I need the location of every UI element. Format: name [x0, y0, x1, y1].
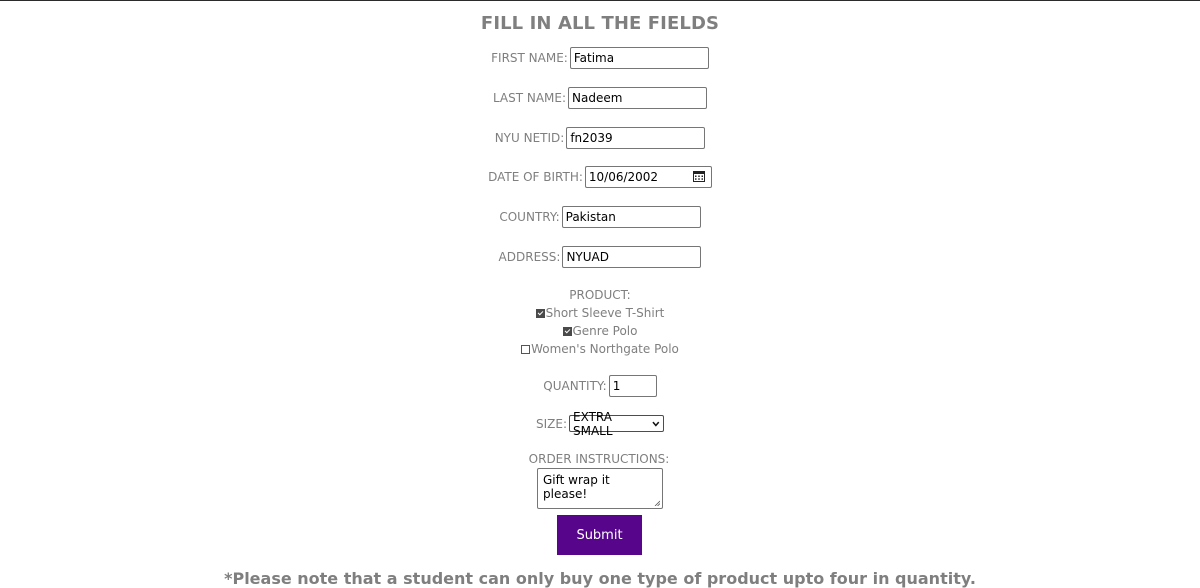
submit-button[interactable]: Submit	[557, 515, 642, 555]
country-row: COUNTRY:	[0, 206, 1200, 228]
country-label: COUNTRY:	[499, 210, 560, 224]
address-input[interactable]	[562, 246, 702, 268]
product-option-short-sleeve[interactable]: Short Sleeve T-Shirt	[0, 306, 1200, 320]
quantity-input[interactable]	[608, 375, 657, 397]
product-option-womens-northgate-polo[interactable]: Women's Northgate Polo	[0, 342, 1200, 356]
quantity-label: QUANTITY:	[543, 379, 607, 393]
womens-northgate-polo-label: Women's Northgate Polo	[531, 342, 679, 356]
last-name-label: LAST NAME:	[492, 91, 567, 105]
dob-label: DATE OF BIRTH:	[488, 170, 583, 184]
instructions-text: Gift wrap it please!	[543, 473, 610, 501]
quantity-row: QUANTITY:	[0, 375, 1200, 397]
size-select[interactable]: EXTRA SMALL	[569, 410, 664, 438]
country-input[interactable]	[561, 206, 701, 228]
address-label: ADDRESS:	[498, 250, 561, 264]
womens-northgate-polo-checkbox[interactable]	[521, 344, 531, 354]
instructions-label: ORDER INSTRUCTIONS:	[528, 452, 670, 466]
instructions-label-row: ORDER INSTRUCTIONS:	[0, 452, 1200, 466]
address-row: ADDRESS:	[0, 246, 1200, 268]
genre-polo-checkbox[interactable]	[562, 326, 572, 336]
netid-input[interactable]	[566, 127, 706, 149]
form-title: FILL IN ALL THE FIELDS	[480, 13, 720, 34]
netid-row: NYU NETID:	[0, 127, 1200, 149]
size-selected-value: EXTRA SMALL	[573, 409, 613, 438]
calendar-icon[interactable]	[692, 171, 705, 182]
chevron-down-icon	[652, 421, 660, 427]
quantity-note: *Please note that a student can only buy…	[224, 569, 976, 588]
size-row: SIZE: EXTRA SMALL	[0, 410, 1200, 438]
size-label: SIZE:	[535, 416, 567, 431]
first-name-input[interactable]	[569, 47, 709, 69]
netid-label: NYU NETID:	[494, 131, 565, 145]
last-name-input[interactable]	[568, 87, 708, 109]
last-name-row: LAST NAME:	[0, 87, 1200, 109]
first-name-row: FIRST NAME:	[0, 47, 1200, 69]
product-label: PRODUCT:	[569, 288, 631, 302]
dob-field	[584, 166, 712, 188]
first-name-label: FIRST NAME:	[491, 51, 568, 65]
product-option-genre-polo[interactable]: Genre Polo	[0, 324, 1200, 338]
resize-grip-icon[interactable]	[654, 500, 660, 506]
short-sleeve-checkbox[interactable]	[535, 308, 545, 318]
dob-row: DATE OF BIRTH:	[0, 166, 1200, 188]
genre-polo-label: Genre Polo	[572, 324, 638, 338]
instructions-textarea[interactable]: Gift wrap it please!	[537, 468, 663, 509]
short-sleeve-label: Short Sleeve T-Shirt	[545, 306, 665, 320]
